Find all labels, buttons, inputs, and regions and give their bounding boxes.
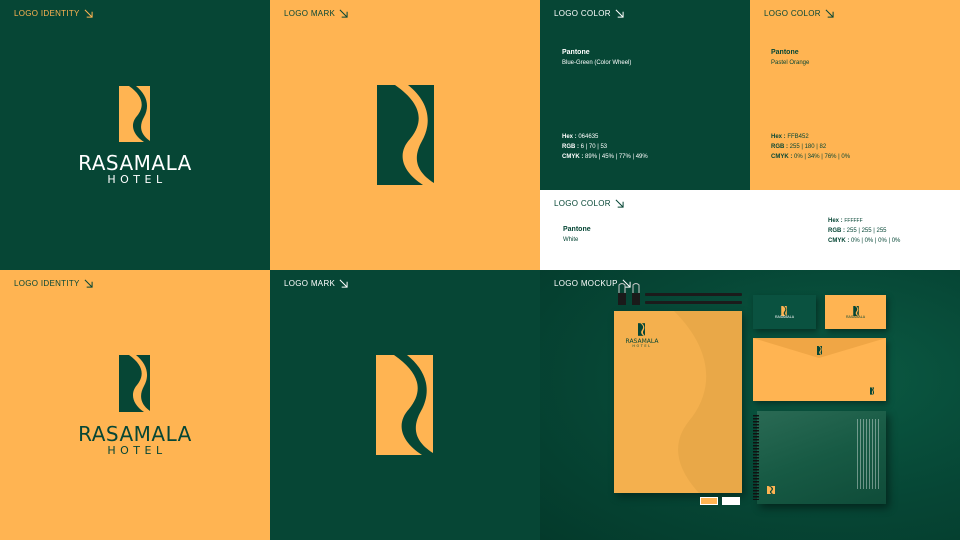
panel-label-text: LOGO MARK [284,9,336,18]
tag [722,497,740,505]
rasamala-s-mark-icon [853,303,859,316]
letterhead: RASAMALA HOTEL [614,311,742,493]
rasamala-s-mark-icon [376,355,433,455]
pantone-title: Pantone [562,49,590,56]
binder-clip-icon [617,283,627,305]
pantone-name: White [563,237,579,243]
arrow-down-right-icon [615,199,624,208]
panel-label-text: LOGO COLOR [554,9,611,18]
rasamala-s-mark-icon [377,85,434,185]
brand-subtitle: HOTEL [107,173,167,186]
panel-label: LOGO COLOR [554,199,624,208]
rgb-value: 6 | 70 | 53 [580,144,608,150]
panel-logo-color-green: LOGO COLOR Pantone Blue-Green (Color Whe… [540,0,750,190]
panel-label-text: LOGO COLOR [554,199,611,208]
panel-logo-mockup: LOGO MOCKUP RASAMALA HOTEL RASAMALA RASA… [540,270,960,540]
arrow-down-right-icon [84,9,93,18]
pantone-name: Pastel Orange [771,60,810,66]
pencil-icon [645,301,742,304]
rasamala-s-mark-icon [638,323,645,336]
panel-logo-color-white: LOGO COLOR Pantone White Hex : FFFFFF RG… [540,190,960,270]
color-specs: Hex : FFB452 RGB : 255 | 180 | 82 CMYK :… [771,132,850,162]
panel-logo-color-orange: LOGO COLOR Pantone Pastel Orange Hex : F… [750,0,960,190]
cmyk-label: CMYK : [828,238,850,244]
hex-value: 064635 [578,134,599,140]
cmyk-label: CMYK : [771,154,793,160]
color-specs: Hex : FFFFFF RGB : 255 | 255 | 255 CMYK … [828,216,900,246]
panel-label-text: LOGO COLOR [764,9,821,18]
arrow-down-right-icon [339,9,348,18]
hex-label: Hex : [771,134,786,140]
hex-label: Hex : [828,218,843,224]
arrow-down-right-icon [339,279,348,288]
notebook [753,411,886,504]
panel-label-text: LOGO MARK [284,279,336,288]
color-specs: Hex : 064635 RGB : 6 | 70 | 53 CMYK : 89… [562,132,648,162]
rasamala-s-mark-icon [119,86,150,142]
panel-label: LOGO COLOR [764,9,834,18]
arrow-down-right-icon [615,9,624,18]
rasamala-s-mark-icon [767,481,775,494]
panel-logo-identity-orange: LOGO IDENTITY RASAMALA HOTEL [0,270,270,540]
pantone-name: Blue-Green (Color Wheel) [562,60,632,66]
cmyk-value: 0% | 34% | 76% | 0% [794,154,851,160]
panel-label: LOGO MARK [284,9,348,18]
brand-name: RASAMALA [78,151,192,175]
panel-label: LOGO COLOR [554,9,624,18]
pencil-icon [645,293,742,296]
brand-name: RASAMALA [78,422,192,446]
brand-wordmark: RASAMALA HOTEL [60,424,210,456]
rasamala-s-mark-icon [781,303,787,316]
cmyk-value: 0% | 0% | 0% | 0% [851,238,901,244]
rgb-value: 255 | 255 | 255 [846,228,887,234]
pantone-title: Pantone [563,226,591,233]
panel-label: LOGO MARK [284,279,348,288]
cmyk-value: 89% | 45% | 77% | 49% [585,154,648,160]
panel-label: LOGO IDENTITY [14,9,93,18]
panel-label-text: LOGO IDENTITY [14,279,80,288]
business-card-back: RASAMALA [825,295,886,329]
card-brand: RASAMALA [774,315,795,319]
hex-value: FFB452 [787,134,809,140]
panel-label-text: LOGO MOCKUP [554,279,618,288]
arrow-down-right-icon [825,9,834,18]
rgb-label: RGB : [828,228,845,234]
brand-wordmark: RASAMALA HOTEL [60,153,210,185]
panel-logo-identity-green: LOGO IDENTITY RASAMALA HOTEL [0,0,270,270]
rgb-label: RGB : [562,144,579,150]
panel-label: LOGO IDENTITY [14,279,93,288]
rasamala-s-mark-icon [119,355,150,412]
tag [700,497,718,505]
card-brand: RASAMALA [845,315,866,319]
business-card-front: RASAMALA [753,295,816,329]
notebook-text-block [857,419,879,489]
cmyk-label: CMYK : [562,154,584,160]
binder-clip-icon [631,283,641,305]
rgb-label: RGB : [771,144,788,150]
letterhead-sub: HOTEL [632,344,652,348]
pantone-title: Pantone [771,49,799,56]
spiral-binding [753,415,759,500]
rasamala-s-mark-icon [870,382,874,395]
arrow-down-right-icon [84,279,93,288]
rgb-value: 255 | 180 | 82 [789,144,827,150]
brand-subtitle: HOTEL [107,444,167,457]
hex-value: FFFFFF [844,218,863,224]
panel-label-text: LOGO IDENTITY [14,9,80,18]
letterhead-wordmark: RASAMALA HOTEL [624,339,660,349]
rasamala-s-mark-icon [817,342,822,355]
panel-logo-mark-green: LOGO MARK [270,270,540,540]
hex-label: Hex : [562,134,577,140]
envelope [753,338,886,401]
panel-logo-mark-orange: LOGO MARK [270,0,540,270]
